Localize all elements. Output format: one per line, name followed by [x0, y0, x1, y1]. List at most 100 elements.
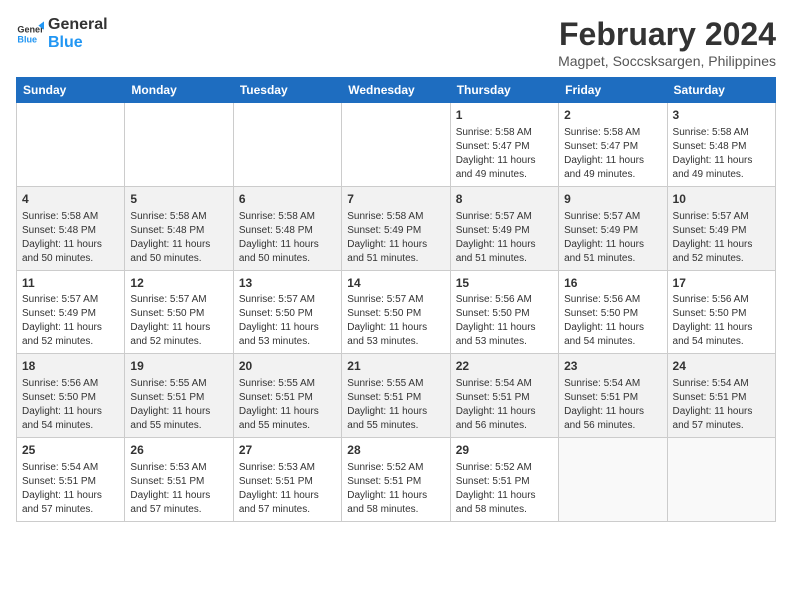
day-number: 22 — [456, 358, 553, 375]
day-number: 20 — [239, 358, 336, 375]
day-info: Sunrise: 5:57 AM Sunset: 5:49 PM Dayligh… — [22, 293, 119, 349]
day-number: 26 — [130, 442, 227, 459]
day-info: Sunrise: 5:54 AM Sunset: 5:51 PM Dayligh… — [456, 377, 553, 433]
day-number: 17 — [673, 275, 770, 292]
week-row-2: 4 Sunrise: 5:58 AM Sunset: 5:48 PM Daylig… — [17, 186, 776, 270]
week-row-4: 18 Sunrise: 5:56 AM Sunset: 5:50 PM Dayli… — [17, 354, 776, 438]
logo-line1: General — [48, 16, 108, 34]
calendar-cell: 10 Sunrise: 5:57 AM Sunset: 5:49 PM Dayli… — [667, 186, 775, 270]
page-header: General Blue General Blue February 2024 … — [16, 16, 776, 69]
calendar-cell — [559, 438, 667, 522]
day-info: Sunrise: 5:57 AM Sunset: 5:50 PM Dayligh… — [239, 293, 336, 349]
day-info: Sunrise: 5:58 AM Sunset: 5:48 PM Dayligh… — [22, 210, 119, 266]
day-number: 29 — [456, 442, 553, 459]
calendar-cell: 9Sunrise: 5:57 AM Sunset: 5:49 PM Daylig… — [559, 186, 667, 270]
day-number: 14 — [347, 275, 444, 292]
day-info: Sunrise: 5:53 AM Sunset: 5:51 PM Dayligh… — [130, 461, 227, 517]
day-number: 7 — [347, 191, 444, 208]
day-number: 10 — [673, 191, 770, 208]
day-info: Sunrise: 5:54 AM Sunset: 5:51 PM Dayligh… — [22, 461, 119, 517]
svg-text:Blue: Blue — [17, 34, 37, 44]
weekday-header-thursday: Thursday — [450, 78, 558, 103]
calendar-cell: 26 Sunrise: 5:53 AM Sunset: 5:51 PM Dayli… — [125, 438, 233, 522]
day-info: Sunrise: 5:57 AM Sunset: 5:49 PM Dayligh… — [673, 210, 770, 266]
calendar-cell: 27Sunrise: 5:53 AM Sunset: 5:51 PM Dayli… — [233, 438, 341, 522]
calendar-cell: 12Sunrise: 5:57 AM Sunset: 5:50 PM Dayli… — [125, 270, 233, 354]
calendar-cell — [342, 103, 450, 187]
day-number: 6 — [239, 191, 336, 208]
logo-icon: General Blue — [16, 20, 44, 48]
calendar-cell: 16Sunrise: 5:56 AM Sunset: 5:50 PM Dayli… — [559, 270, 667, 354]
day-info: Sunrise: 5:53 AM Sunset: 5:51 PM Dayligh… — [239, 461, 336, 517]
day-number: 4 — [22, 191, 119, 208]
day-info: Sunrise: 5:55 AM Sunset: 5:51 PM Dayligh… — [239, 377, 336, 433]
calendar-cell: 18 Sunrise: 5:56 AM Sunset: 5:50 PM Dayli… — [17, 354, 125, 438]
day-info: Sunrise: 5:52 AM Sunset: 5:51 PM Dayligh… — [456, 461, 553, 517]
day-number: 8 — [456, 191, 553, 208]
day-number: 16 — [564, 275, 661, 292]
week-row-5: 25 Sunrise: 5:54 AM Sunset: 5:51 PM Dayli… — [17, 438, 776, 522]
calendar-cell: 7 Sunrise: 5:58 AM Sunset: 5:49 PM Daylig… — [342, 186, 450, 270]
logo: General Blue General Blue — [16, 16, 108, 51]
day-info: Sunrise: 5:57 AM Sunset: 5:50 PM Dayligh… — [130, 293, 227, 349]
calendar-cell — [125, 103, 233, 187]
calendar-cell: 29 Sunrise: 5:52 AM Sunset: 5:51 PM Dayli… — [450, 438, 558, 522]
day-info: Sunrise: 5:58 AM Sunset: 5:47 PM Dayligh… — [564, 126, 661, 182]
day-info: Sunrise: 5:58 AM Sunset: 5:48 PM Dayligh… — [130, 210, 227, 266]
calendar-cell: 11Sunrise: 5:57 AM Sunset: 5:49 PM Dayli… — [17, 270, 125, 354]
day-info: Sunrise: 5:56 AM Sunset: 5:50 PM Dayligh… — [564, 293, 661, 349]
day-number: 21 — [347, 358, 444, 375]
day-info: Sunrise: 5:55 AM Sunset: 5:51 PM Dayligh… — [130, 377, 227, 433]
weekday-header-row: SundayMondayTuesdayWednesdayThursdayFrid… — [17, 78, 776, 103]
calendar-cell: 2 Sunrise: 5:58 AM Sunset: 5:47 PM Daylig… — [559, 103, 667, 187]
day-info: Sunrise: 5:58 AM Sunset: 5:48 PM Dayligh… — [239, 210, 336, 266]
day-info: Sunrise: 5:58 AM Sunset: 5:49 PM Dayligh… — [347, 210, 444, 266]
day-number: 2 — [564, 107, 661, 124]
week-row-3: 11Sunrise: 5:57 AM Sunset: 5:49 PM Dayli… — [17, 270, 776, 354]
day-info: Sunrise: 5:58 AM Sunset: 5:47 PM Dayligh… — [456, 126, 553, 182]
day-number: 28 — [347, 442, 444, 459]
calendar-subtitle: Magpet, Soccsksargen, Philippines — [558, 53, 776, 69]
calendar-cell: 5 Sunrise: 5:58 AM Sunset: 5:48 PM Daylig… — [125, 186, 233, 270]
day-info: Sunrise: 5:54 AM Sunset: 5:51 PM Dayligh… — [673, 377, 770, 433]
calendar-cell: 1 Sunrise: 5:58 AM Sunset: 5:47 PM Daylig… — [450, 103, 558, 187]
calendar-cell: 28 Sunrise: 5:52 AM Sunset: 5:51 PM Dayli… — [342, 438, 450, 522]
day-number: 1 — [456, 107, 553, 124]
day-info: Sunrise: 5:57 AM Sunset: 5:50 PM Dayligh… — [347, 293, 444, 349]
calendar-cell: 24Sunrise: 5:54 AM Sunset: 5:51 PM Dayli… — [667, 354, 775, 438]
day-info: Sunrise: 5:56 AM Sunset: 5:50 PM Dayligh… — [673, 293, 770, 349]
calendar-cell: 6 Sunrise: 5:58 AM Sunset: 5:48 PM Daylig… — [233, 186, 341, 270]
calendar-cell — [17, 103, 125, 187]
calendar-cell: 4 Sunrise: 5:58 AM Sunset: 5:48 PM Daylig… — [17, 186, 125, 270]
calendar-cell: 25 Sunrise: 5:54 AM Sunset: 5:51 PM Dayli… — [17, 438, 125, 522]
week-row-1: 1 Sunrise: 5:58 AM Sunset: 5:47 PM Daylig… — [17, 103, 776, 187]
day-number: 3 — [673, 107, 770, 124]
calendar-title: February 2024 — [558, 16, 776, 53]
day-number: 18 — [22, 358, 119, 375]
weekday-header-monday: Monday — [125, 78, 233, 103]
day-number: 13 — [239, 275, 336, 292]
day-info: Sunrise: 5:55 AM Sunset: 5:51 PM Dayligh… — [347, 377, 444, 433]
calendar-cell: 23 Sunrise: 5:54 AM Sunset: 5:51 PM Dayli… — [559, 354, 667, 438]
logo-line2: Blue — [48, 34, 108, 52]
calendar-cell: 15Sunrise: 5:56 AM Sunset: 5:50 PM Dayli… — [450, 270, 558, 354]
calendar-cell: 14Sunrise: 5:57 AM Sunset: 5:50 PM Dayli… — [342, 270, 450, 354]
day-info: Sunrise: 5:54 AM Sunset: 5:51 PM Dayligh… — [564, 377, 661, 433]
day-info: Sunrise: 5:57 AM Sunset: 5:49 PM Dayligh… — [564, 210, 661, 266]
day-number: 5 — [130, 191, 227, 208]
calendar-cell — [667, 438, 775, 522]
weekday-header-friday: Friday — [559, 78, 667, 103]
day-info: Sunrise: 5:56 AM Sunset: 5:50 PM Dayligh… — [22, 377, 119, 433]
calendar-cell: 8Sunrise: 5:57 AM Sunset: 5:49 PM Daylig… — [450, 186, 558, 270]
calendar-cell: 21 Sunrise: 5:55 AM Sunset: 5:51 PM Dayli… — [342, 354, 450, 438]
title-section: February 2024 Magpet, Soccsksargen, Phil… — [558, 16, 776, 69]
day-info: Sunrise: 5:58 AM Sunset: 5:48 PM Dayligh… — [673, 126, 770, 182]
day-number: 23 — [564, 358, 661, 375]
weekday-header-tuesday: Tuesday — [233, 78, 341, 103]
calendar-cell: 19Sunrise: 5:55 AM Sunset: 5:51 PM Dayli… — [125, 354, 233, 438]
day-info: Sunrise: 5:52 AM Sunset: 5:51 PM Dayligh… — [347, 461, 444, 517]
day-number: 25 — [22, 442, 119, 459]
calendar-cell — [233, 103, 341, 187]
calendar-cell: 17Sunrise: 5:56 AM Sunset: 5:50 PM Dayli… — [667, 270, 775, 354]
day-number: 12 — [130, 275, 227, 292]
